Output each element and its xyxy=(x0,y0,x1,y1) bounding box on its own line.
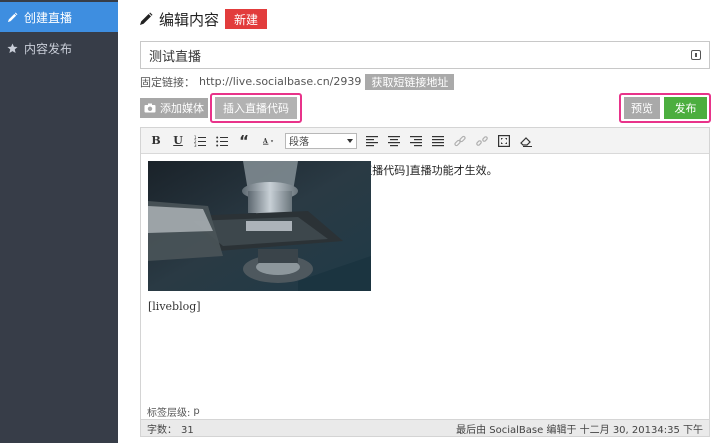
eraser-icon[interactable] xyxy=(517,132,535,150)
embedded-image xyxy=(148,161,371,291)
pencil-icon xyxy=(6,11,18,23)
blockquote-icon[interactable]: “ xyxy=(235,132,253,150)
sidebar-item-label: 内容发布 xyxy=(24,41,73,56)
sidebar-item-label: 创建直播 xyxy=(24,10,73,25)
chevron-down-icon xyxy=(347,138,353,143)
page-title: 编辑内容 xyxy=(159,10,220,29)
publish-button[interactable]: 发布 xyxy=(664,97,707,119)
editor-toolbar: B U 123 “ A 段落 xyxy=(141,128,709,154)
preview-button[interactable]: 预览 xyxy=(624,97,660,119)
star-icon xyxy=(6,42,18,54)
underline-button[interactable]: U xyxy=(169,132,187,150)
word-count-label: 字数： xyxy=(147,424,177,436)
format-select-value: 段落 xyxy=(289,137,309,148)
sidebar-item-create-live[interactable]: 创建直播 xyxy=(0,2,118,32)
align-right-icon[interactable] xyxy=(407,132,425,150)
permalink-row: 固定链接： http://live.socialbase.cn/2939 获取短… xyxy=(140,73,455,90)
permalink-label: 固定链接： xyxy=(140,75,195,89)
text-color-icon[interactable]: A xyxy=(257,132,281,150)
add-media-label: 添加媒体 xyxy=(160,102,204,115)
get-short-link-button[interactable]: 获取短链接地址 xyxy=(365,73,455,90)
editor-footer: 字数： 31 最后由 SocialBase 编辑于 十二月 30, 20134:3… xyxy=(141,419,709,436)
svg-text:3: 3 xyxy=(194,143,197,147)
page-header: 编辑内容 新建 xyxy=(139,8,268,30)
bold-button[interactable]: B xyxy=(147,132,165,150)
tag-path-value[interactable]: p xyxy=(193,406,199,417)
camera-icon xyxy=(144,103,156,113)
unlink-icon[interactable] xyxy=(473,132,491,150)
pencil-icon xyxy=(139,12,153,26)
fullscreen-icon[interactable] xyxy=(495,132,513,150)
sidebar-item-content-publish[interactable]: 内容发布 xyxy=(0,33,118,63)
liveblog-shortcode: [liveblog] xyxy=(148,300,201,313)
ordered-list-icon[interactable]: 123 xyxy=(191,132,209,150)
align-justify-icon[interactable] xyxy=(429,132,447,150)
post-editor: B U 123 “ A 段落 [liveblog] 标签层级: p 字数： 31… xyxy=(140,127,710,437)
last-edited-info: 最后由 SocialBase 编辑于 十二月 30, 20134:35 下午 xyxy=(456,424,703,436)
paragraph-format-select[interactable]: 段落 xyxy=(285,132,357,149)
bullet-list-icon[interactable] xyxy=(213,132,231,150)
word-count-value: 31 xyxy=(181,424,194,436)
insert-live-code-button[interactable]: 插入直播代码 xyxy=(215,97,297,119)
word-count: 字数： 31 xyxy=(147,421,194,436)
align-center-icon[interactable] xyxy=(385,132,403,150)
permalink-url[interactable]: http://live.socialbase.cn/2939 xyxy=(199,75,361,88)
tag-path-label: 标签层级: xyxy=(147,407,191,419)
alert-icon xyxy=(691,50,701,60)
post-title-value: 测试直播 xyxy=(149,49,202,65)
align-left-icon[interactable] xyxy=(363,132,381,150)
add-media-button[interactable]: 添加媒体 xyxy=(140,98,208,118)
tag-path-bar: 标签层级: p xyxy=(141,404,709,419)
link-icon[interactable] xyxy=(451,132,469,150)
sidebar: 创建直播 内容发布 xyxy=(0,0,118,443)
new-button[interactable]: 新建 xyxy=(225,9,268,29)
post-title-input[interactable]: 测试直播 xyxy=(140,41,710,69)
